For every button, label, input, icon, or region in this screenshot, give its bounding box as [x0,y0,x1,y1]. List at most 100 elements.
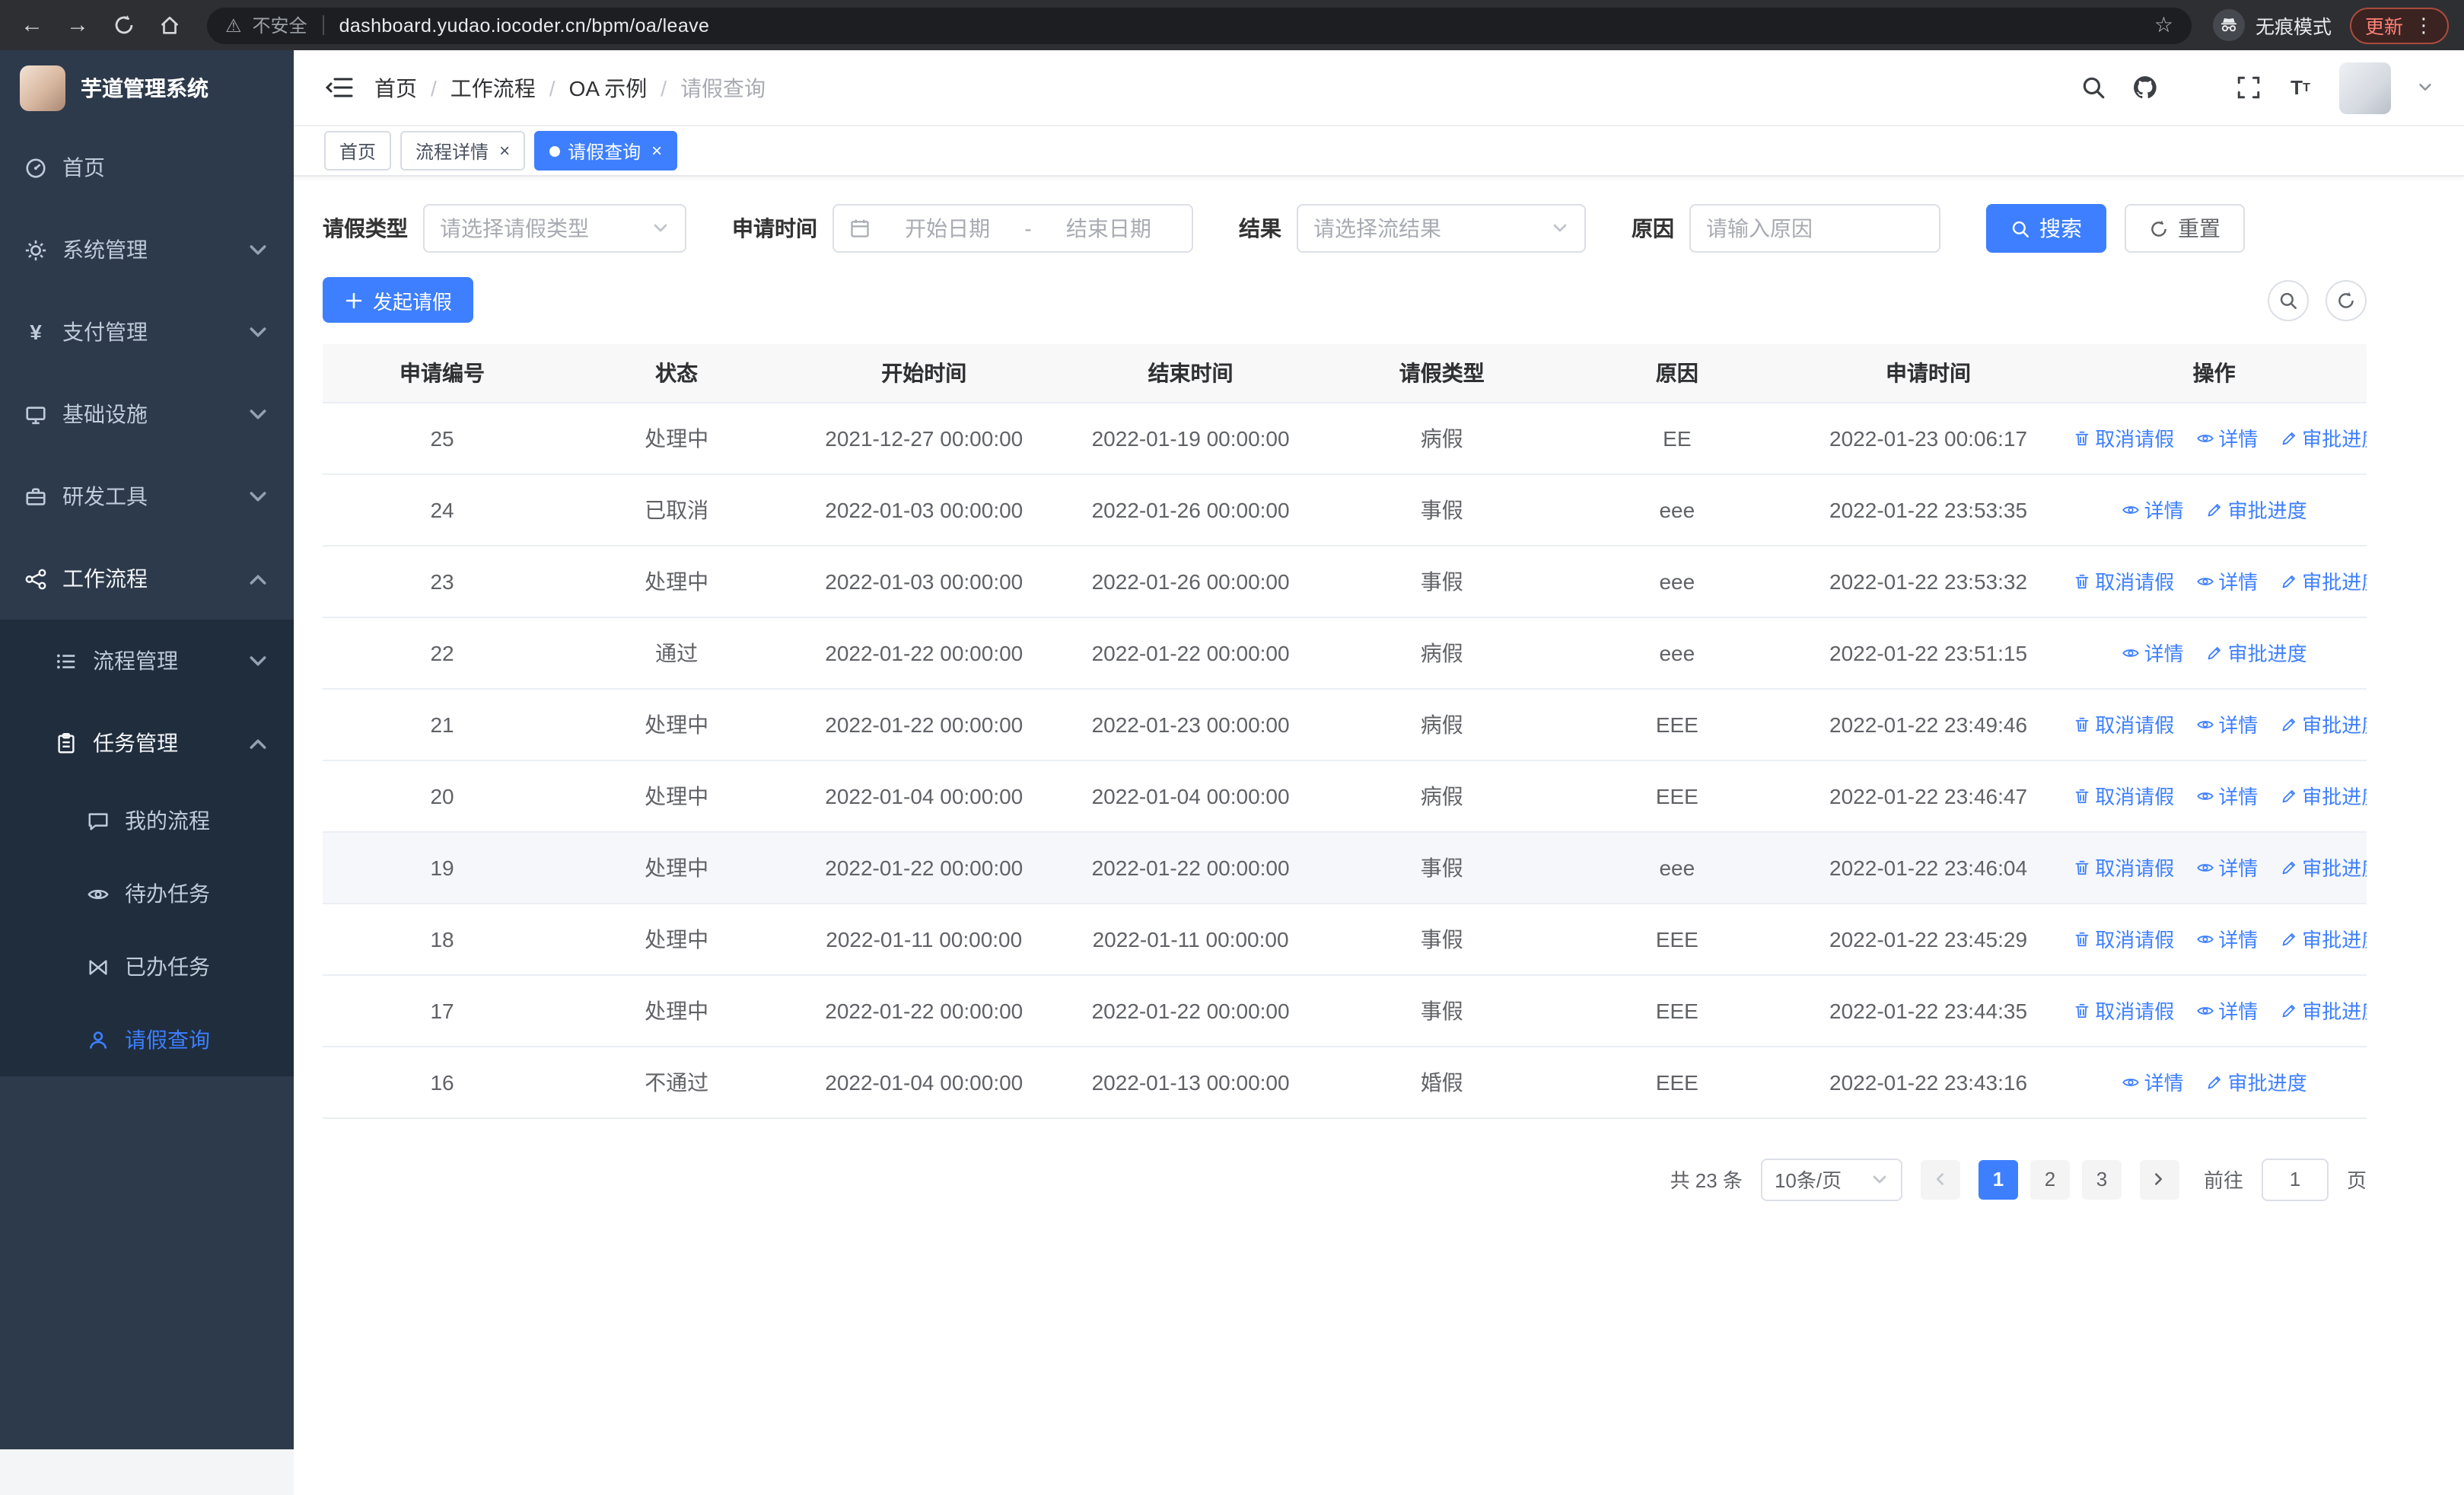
sidebar-item-infrastructure[interactable]: 基础设施 [0,373,294,455]
cancel-leave-link[interactable]: 取消请假 [2072,423,2174,452]
start-date-input[interactable] [880,216,1016,241]
leave-type-input[interactable] [440,216,642,241]
sidebar-item-done-tasks[interactable]: 已办任务 [0,930,294,1003]
trash-icon [2072,929,2090,948]
browser-menu-icon[interactable]: ⋮ [2414,13,2434,37]
browser-home-button[interactable] [152,8,186,42]
sidebar-item-dev-tools[interactable]: 研发工具 [0,455,294,537]
cancel-leave-link[interactable]: 取消请假 [2072,709,2174,738]
detail-link[interactable]: 详情 [2195,781,2258,810]
breadcrumb-item[interactable]: 工作流程 [450,72,536,103]
detail-link[interactable]: 详情 [2195,423,2258,452]
result-select[interactable] [1297,204,1586,253]
action-label: 审批进度 [2227,642,2307,665]
font-size-icon[interactable]: TT [2287,75,2313,100]
create-leave-button[interactable]: 发起请假 [323,277,474,323]
sidebar-item-todo-tasks[interactable]: 待办任务 [0,857,294,930]
cell-actions: 取消请假 详情 审批进度 [2061,545,2367,617]
cancel-leave-link[interactable]: 取消请假 [2072,566,2174,595]
sidebar-item-leave-query[interactable]: 请假查询 [0,1003,294,1076]
avatar[interactable] [2339,62,2391,113]
detail-link[interactable]: 详情 [2195,566,2258,595]
approval-progress-link[interactable]: 审批进度 [2279,709,2367,738]
breadcrumb-item[interactable]: 首页 [374,72,417,103]
goto-page-input[interactable] [2261,1158,2329,1200]
sidebar-item-process-management[interactable]: 流程管理 [0,620,294,702]
menu-fold-icon[interactable] [324,76,353,99]
browser-reload-button[interactable] [107,8,140,42]
help-icon[interactable] [2184,75,2210,100]
page-button-2[interactable]: 2 [2029,1159,2070,1199]
breadcrumb-item[interactable]: OA 示例 [569,72,648,103]
github-icon[interactable] [2132,75,2158,100]
sidebar-item-home[interactable]: 首页 [0,126,294,209]
cancel-leave-link[interactable]: 取消请假 [2072,781,2174,810]
action-label: 审批进度 [2227,1072,2307,1095]
prev-page-button[interactable] [1920,1159,1960,1199]
cell-applied: 2022-01-22 23:45:29 [1794,903,2062,975]
approval-progress-link[interactable]: 审批进度 [2279,853,2367,881]
next-page-button[interactable] [2139,1159,2179,1199]
search-button[interactable]: 搜索 [1986,204,2106,253]
cancel-leave-link[interactable]: 取消请假 [2072,996,2174,1025]
app-logo[interactable]: 芋道管理系统 [0,50,294,126]
detail-link[interactable]: 详情 [2195,853,2258,881]
bookmark-star-icon[interactable]: ☆ [2154,12,2173,38]
apply-time-range-picker[interactable]: - [832,204,1193,253]
end-date-input[interactable] [1040,216,1177,241]
detail-link[interactable]: 详情 [2122,495,2184,524]
incognito-label: 无痕模式 [2255,17,2332,38]
close-tab-icon[interactable]: × [499,142,510,160]
sidebar-item-task-management[interactable]: 任务管理 [0,702,294,784]
cell-reason: eee [1558,545,1795,617]
action-label: 详情 [2144,1072,2184,1095]
page-button-3[interactable]: 3 [2081,1159,2122,1199]
reset-button[interactable]: 重置 [2125,204,2245,253]
tab-process-detail[interactable]: 流程详情 × [400,131,526,171]
result-input[interactable] [1313,216,1542,241]
reason-field[interactable] [1689,204,1940,253]
detail-link[interactable]: 详情 [2122,638,2184,667]
approval-progress-link[interactable]: 审批进度 [2205,638,2307,667]
page-size-select[interactable]: 10条/页 [1760,1158,1902,1200]
sidebar-item-workflow[interactable]: 工作流程 [0,537,294,620]
cancel-leave-link[interactable]: 取消请假 [2072,924,2174,953]
security-label: 不安全 [252,15,307,37]
sidebar-item-my-process[interactable]: 我的流程 [0,784,294,857]
approval-progress-link[interactable]: 审批进度 [2279,924,2367,953]
address-bar[interactable]: ⚠ 不安全 dashboard.yudao.iocoder.cn/bpm/oa/… [207,7,2192,43]
chevron-down-icon[interactable] [2417,79,2434,96]
refresh-table-button[interactable] [2326,279,2367,320]
cell-type: 事假 [1324,831,1559,904]
approval-progress-link[interactable]: 审批进度 [2279,566,2367,595]
approval-progress-link[interactable]: 审批进度 [2279,781,2367,810]
page-button-1[interactable]: 1 [1978,1159,2018,1199]
edit-icon [2279,786,2297,805]
detail-link[interactable]: 详情 [2195,709,2258,738]
cell-type: 事假 [1324,903,1559,975]
sidebar-item-payment-management[interactable]: ¥ 支付管理 [0,291,294,373]
cell-start: 2022-01-11 00:00:00 [791,903,1057,975]
reason-input[interactable] [1706,216,1924,241]
approval-progress-link[interactable]: 审批进度 [2205,495,2307,524]
browser-forward-button[interactable]: → [61,8,94,42]
tab-home[interactable]: 首页 [324,131,392,171]
detail-link[interactable]: 详情 [2122,1067,2184,1096]
search-icon[interactable] [2080,75,2106,100]
detail-link[interactable]: 详情 [2195,924,2258,953]
fullscreen-icon[interactable] [2236,75,2262,100]
leave-type-select[interactable] [423,204,686,253]
approval-progress-link[interactable]: 审批进度 [2279,423,2367,452]
sidebar-item-system-management[interactable]: 系统管理 [0,209,294,291]
detail-link[interactable]: 详情 [2195,996,2258,1025]
header-actions: TT [2080,62,2434,113]
close-tab-icon[interactable]: × [651,142,662,160]
approval-progress-link[interactable]: 审批进度 [2205,1067,2307,1096]
cell-applied: 2022-01-22 23:46:04 [1794,831,2062,904]
toggle-search-button[interactable] [2268,279,2309,320]
browser-update-button[interactable]: 更新 ⋮ [2349,7,2449,43]
tab-leave-query[interactable]: 请假查询 × [534,131,678,171]
browser-back-button[interactable]: ← [15,8,49,42]
approval-progress-link[interactable]: 审批进度 [2279,996,2367,1025]
cancel-leave-link[interactable]: 取消请假 [2072,853,2174,881]
